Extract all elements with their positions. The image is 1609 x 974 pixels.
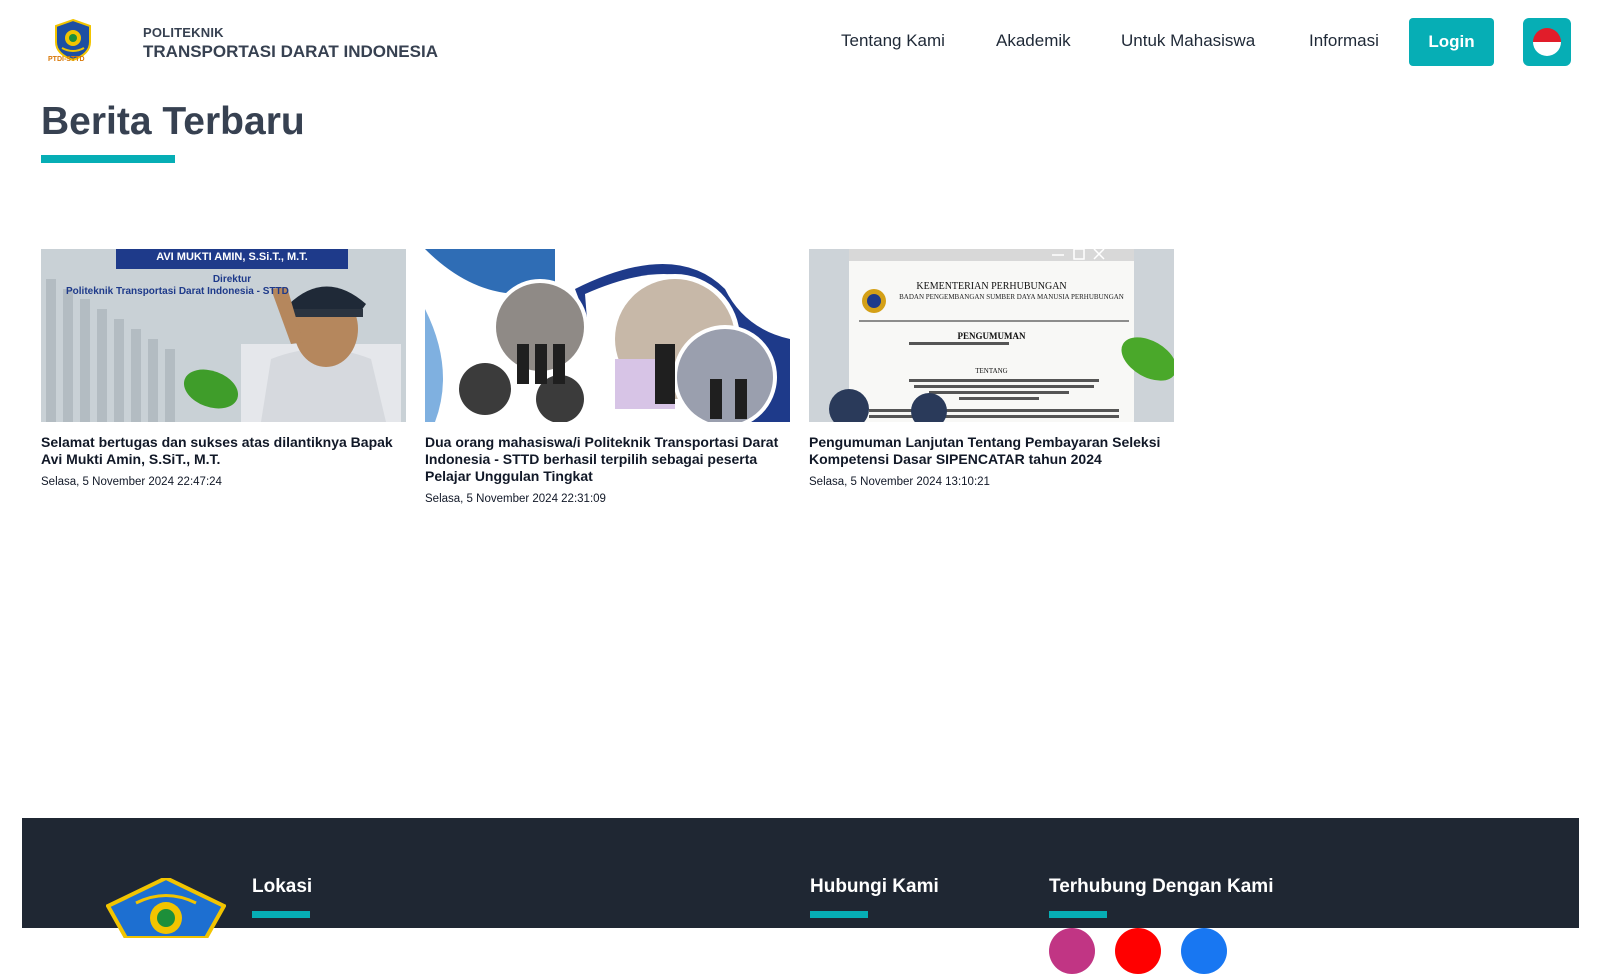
- login-button[interactable]: Login: [1409, 18, 1494, 66]
- news-title[interactable]: Selamat bertugas dan sukses atas dilanti…: [41, 434, 406, 468]
- footer-social-heading: Terhubung Dengan Kami: [1049, 876, 1274, 897]
- news-thumbnail[interactable]: KEMENTERIAN PERHUBUNGAN BADAN PENGEMBANG…: [809, 249, 1174, 422]
- image-caption-role: Direktur: [212, 274, 252, 285]
- indonesia-flag-icon: [1533, 28, 1561, 56]
- youtube-icon[interactable]: [1115, 928, 1161, 974]
- site-footer: Lokasi Jl. Raya Setu No.89 Hubungi Kami …: [22, 818, 1579, 974]
- nav-informasi[interactable]: Informasi: [1309, 31, 1379, 51]
- doc-tentang: TENTANG: [975, 367, 1008, 375]
- news-card[interactable]: Dua orang mahasiswa/i Politeknik Transpo…: [425, 249, 790, 505]
- nav-untuk-mahasiswa[interactable]: Untuk Mahasiswa: [1121, 31, 1255, 51]
- doc-subheader: BADAN PENGEMBANGAN SUMBER DAYA MANUSIA P…: [899, 293, 1124, 301]
- language-button[interactable]: [1523, 18, 1571, 66]
- image-caption-org: Politeknik Transportasi Darat Indonesia …: [66, 286, 289, 297]
- news-image-students: [425, 249, 790, 422]
- facebook-icon[interactable]: [1181, 928, 1227, 974]
- brand-top-text: POLITEKNIK: [143, 25, 224, 40]
- footer-contact-heading: Hubungi Kami: [810, 876, 939, 897]
- news-title[interactable]: Dua orang mahasiswa/i Politeknik Transpo…: [425, 434, 790, 485]
- news-date: Selasa, 5 November 2024 22:47:24: [41, 476, 222, 488]
- doc-title: PENGUMUMAN: [957, 331, 1026, 341]
- footer-social: Terhubung Dengan Kami: [1049, 876, 1273, 918]
- news-title[interactable]: Pengumuman Lanjutan Tentang Pembayaran S…: [809, 434, 1174, 468]
- image-caption-name: AVI MUKTI AMIN, S.Si.T., M.T.: [156, 251, 308, 263]
- footer-address: Jl. Raya Setu No.89: [252, 932, 395, 949]
- footer-location-heading: Lokasi: [252, 876, 313, 897]
- doc-header: KEMENTERIAN PERHUBUNGAN: [916, 281, 1067, 292]
- news-date: Selasa, 5 November 2024 13:10:21: [809, 476, 990, 488]
- nav-akademik[interactable]: Akademik: [996, 31, 1071, 51]
- footer-phone[interactable]: (021) 8254640: [810, 932, 939, 950]
- footer-location: Lokasi Jl. Raya Setu No.89: [252, 876, 394, 950]
- page-title: Berita Terbaru: [41, 100, 305, 143]
- nav-tentang-kami[interactable]: Tentang Kami: [841, 31, 945, 51]
- news-date: Selasa, 5 November 2024 22:31:09: [425, 493, 606, 505]
- logo-caption: PTDI-STTD: [48, 56, 85, 63]
- footer-heading-underline: [252, 911, 310, 918]
- news-thumbnail[interactable]: AVI MUKTI AMIN, S.Si.T., M.T. Direktur P…: [41, 249, 406, 422]
- sttd-footer-logo-icon: [106, 878, 226, 938]
- news-thumbnail[interactable]: [425, 249, 790, 422]
- news-card[interactable]: AVI MUKTI AMIN, S.Si.T., M.T. Direktur P…: [41, 249, 406, 488]
- brand-main-text: TRANSPORTASI DARAT INDONESIA: [143, 42, 438, 61]
- site-header: PTDI-STTD POLITEKNIK TRANSPORTASI DARAT …: [0, 0, 1609, 84]
- footer-contact: Hubungi Kami (021) 8254640: [810, 876, 939, 950]
- news-card[interactable]: KEMENTERIAN PERHUBUNGAN BADAN PENGEMBANG…: [809, 249, 1174, 488]
- instagram-icon[interactable]: [1049, 928, 1095, 974]
- footer-heading-underline: [810, 911, 868, 918]
- footer-heading-underline: [1049, 911, 1107, 918]
- title-underline: [41, 155, 175, 163]
